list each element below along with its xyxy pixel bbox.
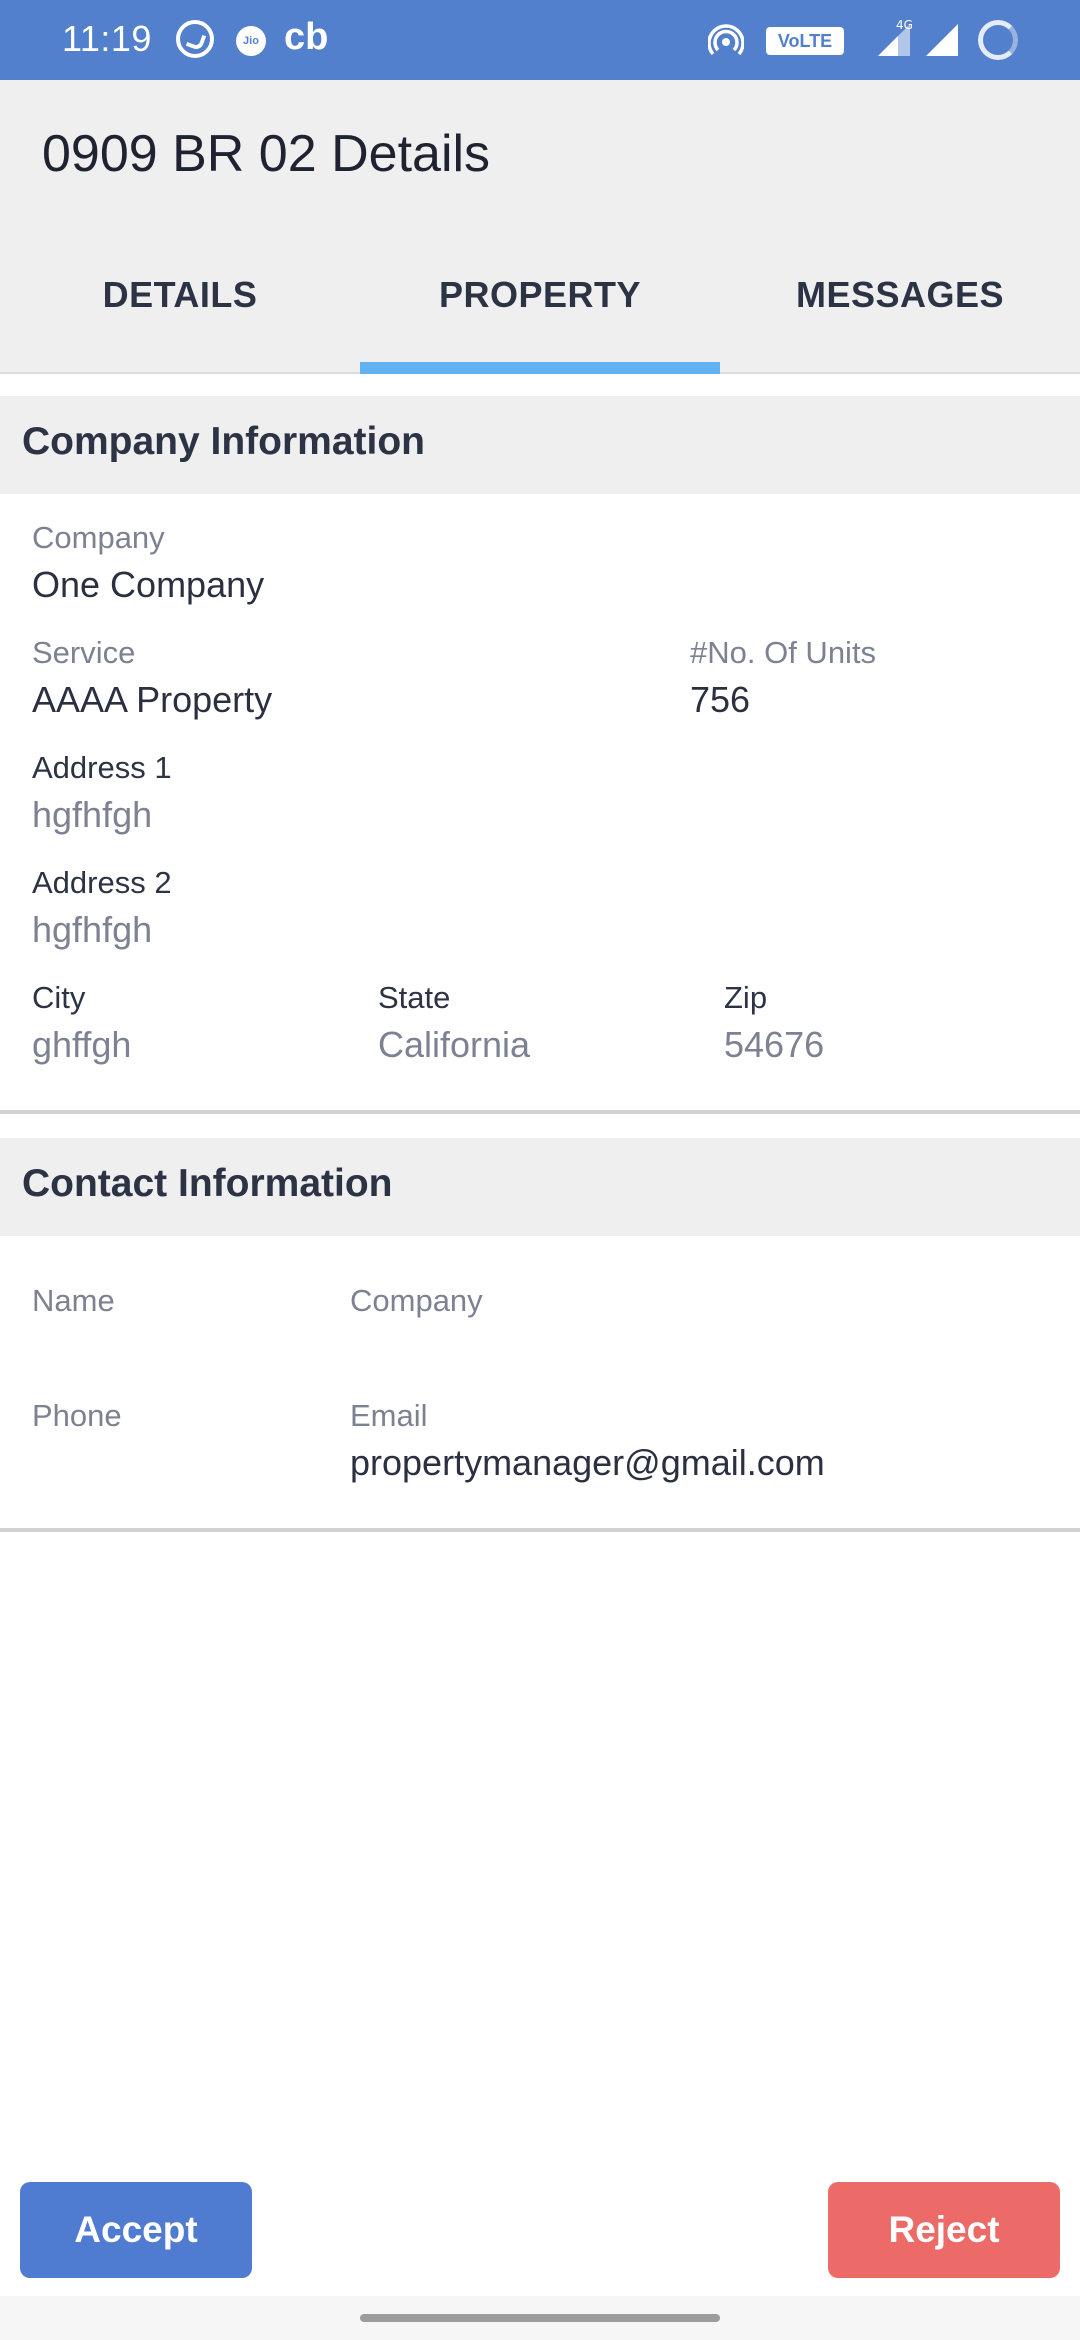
reject-button[interactable]: Reject [828, 2182, 1060, 2278]
field-value: ghffgh [32, 1024, 132, 1065]
field-label: Company [32, 520, 165, 555]
app-header: 0909 BR 02 Details DETAILS PROPERTY MESS… [0, 80, 1080, 374]
service-field: Service AAAA Property [32, 635, 272, 721]
contact-name-field: Name [32, 1283, 115, 1319]
field-label: Address 1 [32, 750, 172, 785]
navigation-bar [0, 2296, 1080, 2340]
field-value: hgfhfgh [32, 794, 153, 835]
svg-text:4G: 4G [896, 18, 913, 32]
field-label: Zip [724, 980, 768, 1015]
field-label: State [378, 980, 451, 1015]
field-value: propertymanager@gmail.com [350, 1442, 825, 1483]
status-time: 11:19 [62, 18, 152, 59]
field-value: 54676 [724, 1024, 825, 1065]
zip-field: Zip 54676 [724, 980, 824, 1066]
contact-section-header: Contact Information [0, 1138, 1080, 1236]
tab-bar: DETAILS PROPERTY MESSAGES [0, 250, 1080, 374]
cb-icon: cb [284, 16, 329, 58]
field-value: hgfhfgh [32, 909, 153, 950]
battery-icon [978, 20, 1018, 60]
field-label: Service [32, 635, 136, 670]
contact-email-field: Email propertymanager@gmail.com [350, 1398, 825, 1484]
contact-phone-field: Phone [32, 1398, 122, 1434]
field-label: Email [350, 1398, 428, 1433]
company-section-header: Company Information [0, 396, 1080, 494]
field-label: City [32, 980, 86, 1015]
field-value: AAAA Property [32, 679, 273, 720]
signal-icon: 4G [878, 18, 913, 56]
section-heading: Contact Information [22, 1162, 393, 1205]
section-divider [0, 1528, 1080, 1532]
field-label: #No. Of Units [690, 635, 877, 670]
gesture-handle[interactable] [360, 2314, 720, 2322]
address1-field: Address 1 hgfhfgh [32, 750, 172, 836]
address2-field: Address 2 hgfhfgh [32, 865, 172, 951]
tab-messages[interactable]: MESSAGES [720, 250, 1080, 374]
state-field: State California [378, 980, 530, 1066]
city-field: City ghffgh [32, 980, 131, 1066]
whatsapp-icon [176, 20, 214, 58]
tab-details[interactable]: DETAILS [0, 250, 360, 374]
volte-icon: VoLTE [766, 27, 844, 55]
hotspot-icon [708, 24, 744, 56]
status-bar: 11:19 Jio cb VoLTE 4G [0, 0, 1080, 80]
company-field: Company One Company [32, 520, 264, 606]
signal-icon [926, 24, 958, 56]
jio-icon: Jio [236, 26, 266, 56]
section-divider [0, 1110, 1080, 1114]
field-label: Name [32, 1283, 115, 1318]
units-field: #No. Of Units 756 [690, 635, 876, 721]
page-title: 0909 BR 02 Details [42, 125, 491, 183]
field-value: 756 [690, 679, 751, 720]
field-value: One Company [32, 564, 265, 605]
field-value: California [378, 1024, 531, 1065]
field-label: Phone [32, 1398, 122, 1433]
field-label: Address 2 [32, 865, 172, 900]
field-label: Company [350, 1283, 483, 1318]
tab-property[interactable]: PROPERTY [360, 250, 720, 374]
contact-company-field: Company [350, 1283, 483, 1319]
accept-button[interactable]: Accept [20, 2182, 252, 2278]
section-heading: Company Information [22, 420, 426, 463]
